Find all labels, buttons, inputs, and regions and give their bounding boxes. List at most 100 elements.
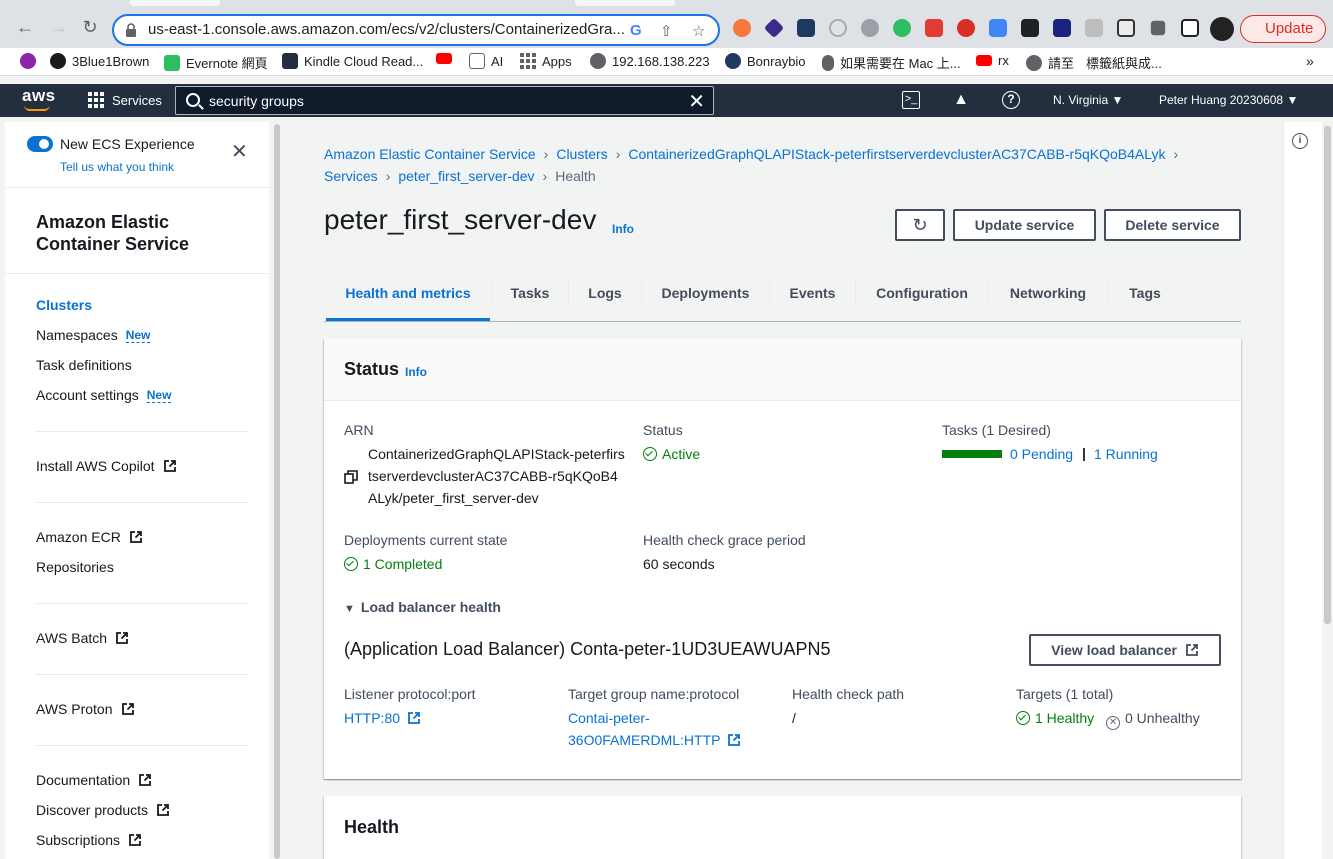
clear-search-icon[interactable]: ✕ — [688, 89, 705, 114]
bell-icon[interactable]: ▲ — [952, 91, 970, 109]
update-service-button[interactable]: Update service — [953, 209, 1096, 241]
breadcrumb-service[interactable]: peter_first_server-dev — [398, 168, 534, 184]
target-group-line1[interactable]: Contai-peter- — [568, 710, 650, 726]
tab-deployments[interactable]: Deployments — [642, 274, 769, 321]
cloudshell-icon[interactable]: >_ — [902, 91, 920, 109]
browser-update-button[interactable]: Update — [1240, 15, 1326, 43]
services-label: Services — [112, 92, 162, 108]
extension-icon[interactable] — [925, 19, 943, 37]
tab-configuration[interactable]: Configuration — [856, 274, 988, 321]
extension-icon[interactable] — [797, 19, 815, 37]
share-icon[interactable]: ⇧ — [660, 22, 673, 40]
sidepanel-icon[interactable] — [1181, 19, 1199, 37]
info-panel-icon[interactable]: i — [1292, 133, 1308, 149]
sidebar-item-aws-proton[interactable]: AWS Proton — [36, 701, 135, 717]
bookmark[interactable]: Bonraybio — [725, 53, 806, 69]
aws-logo[interactable]: aws — [22, 86, 56, 111]
bookmark[interactable]: 如果需要在 Mac 上... — [822, 53, 961, 72]
back-icon[interactable]: ← — [15, 17, 35, 37]
feedback-link[interactable]: Tell us what you think — [60, 160, 174, 174]
more-bookmarks-icon[interactable]: » — [1306, 53, 1314, 69]
new-ecs-experience-toggle[interactable] — [27, 136, 53, 152]
main-scrollbar[interactable] — [1322, 122, 1333, 859]
sidebar-item-subscriptions[interactable]: Subscriptions — [36, 832, 142, 848]
region-selector[interactable]: N. Virginia ▼ — [1053, 93, 1123, 107]
url-text[interactable]: us-east-1.console.aws.amazon.com/ecs/v2/… — [148, 21, 628, 38]
account-menu[interactable]: Peter Huang 20230608 ▼ — [1159, 93, 1298, 107]
bookmark[interactable]: Kindle Cloud Read... — [282, 53, 423, 69]
bookmark[interactable]: 標籤紙與成... — [1086, 53, 1162, 72]
delete-service-button[interactable]: Delete service — [1104, 209, 1241, 241]
tab-health-and-metrics[interactable]: Health and metrics — [326, 274, 490, 321]
lb-health-toggle[interactable]: ▼ Load balancer health — [344, 599, 501, 615]
sidebar-item-clusters[interactable]: Clusters — [36, 297, 92, 313]
page-info-link[interactable]: Info — [612, 222, 634, 236]
translate-icon[interactable] — [989, 19, 1007, 37]
reload-icon[interactable]: ↻ — [80, 17, 100, 37]
sidebar-item-account-settings[interactable]: Account settings New — [36, 387, 172, 403]
puzzle-icon[interactable] — [1150, 20, 1166, 36]
bookmark[interactable] — [436, 53, 452, 64]
breadcrumb-clusters[interactable]: Clusters — [556, 146, 607, 162]
extension-icon[interactable] — [763, 17, 785, 39]
bookmark[interactable]: rx — [976, 53, 1009, 68]
extension-icon[interactable] — [1053, 19, 1071, 37]
pending-link[interactable]: 0 Pending — [1010, 446, 1073, 462]
sidebar-scrollbar[interactable] — [271, 122, 283, 859]
bookmark[interactable]: 請至 — [1026, 53, 1074, 72]
sidebar-item-documentation[interactable]: Documentation — [36, 772, 152, 788]
sidebar-item-install-copilot[interactable]: Install AWS Copilot — [36, 458, 177, 474]
bookmark[interactable]: 192.168.138.223 — [590, 53, 710, 69]
scrollbar-thumb[interactable] — [274, 124, 280, 859]
browser-tab-active[interactable] — [575, 0, 675, 6]
tab-tags[interactable]: Tags — [1108, 274, 1182, 321]
tab-logs[interactable]: Logs — [569, 274, 641, 321]
bookmark[interactable]: AI — [469, 53, 503, 69]
scrollbar-thumb[interactable] — [1324, 126, 1331, 624]
sidebar-item-amazon-ecr[interactable]: Amazon ECR — [36, 529, 143, 545]
sidebar-item-task-definitions[interactable]: Task definitions — [36, 357, 132, 373]
forward-icon[interactable]: → — [49, 17, 69, 37]
running-link[interactable]: 1 Running — [1094, 446, 1158, 462]
address-bar[interactable]: us-east-1.console.aws.amazon.com/ecs/v2/… — [112, 14, 720, 46]
bookmark[interactable]: 3Blue1Brown — [50, 53, 149, 69]
close-sidebar-icon[interactable]: ✕ — [231, 142, 248, 162]
breadcrumb-cluster[interactable]: ContainerizedGraphQLAPIStack-peterfirsts… — [628, 146, 1165, 162]
star-icon[interactable]: ☆ — [692, 22, 705, 40]
aws-search-input[interactable] — [209, 91, 679, 111]
target-group-link[interactable]: 36O0FAMERDML:HTTP — [568, 732, 741, 748]
bookmark[interactable]: Apps — [520, 53, 572, 69]
breadcrumb-ecs[interactable]: Amazon Elastic Container Service — [324, 146, 536, 162]
listener-link[interactable]: HTTP:80 — [344, 710, 421, 726]
sidebar-item-discover-products[interactable]: Discover products — [36, 802, 170, 818]
tab-events[interactable]: Events — [770, 274, 855, 321]
extension-icon[interactable] — [957, 19, 975, 37]
sidebar-item-namespaces[interactable]: Namespaces New — [36, 327, 151, 343]
sidebar-title[interactable]: Amazon Elastic Container Service — [36, 211, 236, 255]
sidebar-item-aws-batch[interactable]: AWS Batch — [36, 630, 129, 646]
extension-icon[interactable] — [1085, 19, 1103, 37]
profile-avatar[interactable] — [1210, 17, 1234, 41]
bookmark[interactable]: Evernote 網頁 — [164, 53, 268, 72]
services-menu[interactable]: Services — [88, 92, 162, 108]
qr-icon[interactable] — [1117, 19, 1135, 37]
tab-tasks[interactable]: Tasks — [492, 274, 568, 321]
help-icon[interactable]: ? — [1002, 91, 1020, 109]
browser-tab[interactable] — [130, 0, 220, 6]
status-info-link[interactable]: Info — [405, 365, 427, 379]
sidebar-item-repositories[interactable]: Repositories — [36, 559, 114, 575]
divider — [5, 273, 269, 274]
copy-icon[interactable] — [344, 470, 358, 484]
breadcrumb-services[interactable]: Services — [324, 168, 378, 184]
view-load-balancer-button[interactable]: View load balancer — [1029, 634, 1221, 666]
bookmark-icon[interactable] — [20, 53, 36, 69]
extension-icon[interactable] — [861, 19, 879, 37]
refresh-button[interactable]: ↻ — [895, 209, 945, 241]
extension-icon[interactable] — [733, 19, 751, 37]
evernote-icon[interactable] — [893, 19, 911, 37]
tab-networking[interactable]: Networking — [989, 274, 1107, 321]
google-icon[interactable]: G — [630, 22, 642, 39]
aws-search-box[interactable]: ✕ — [175, 86, 714, 115]
extension-icon[interactable] — [829, 19, 847, 37]
extension-icon[interactable] — [1021, 19, 1039, 37]
